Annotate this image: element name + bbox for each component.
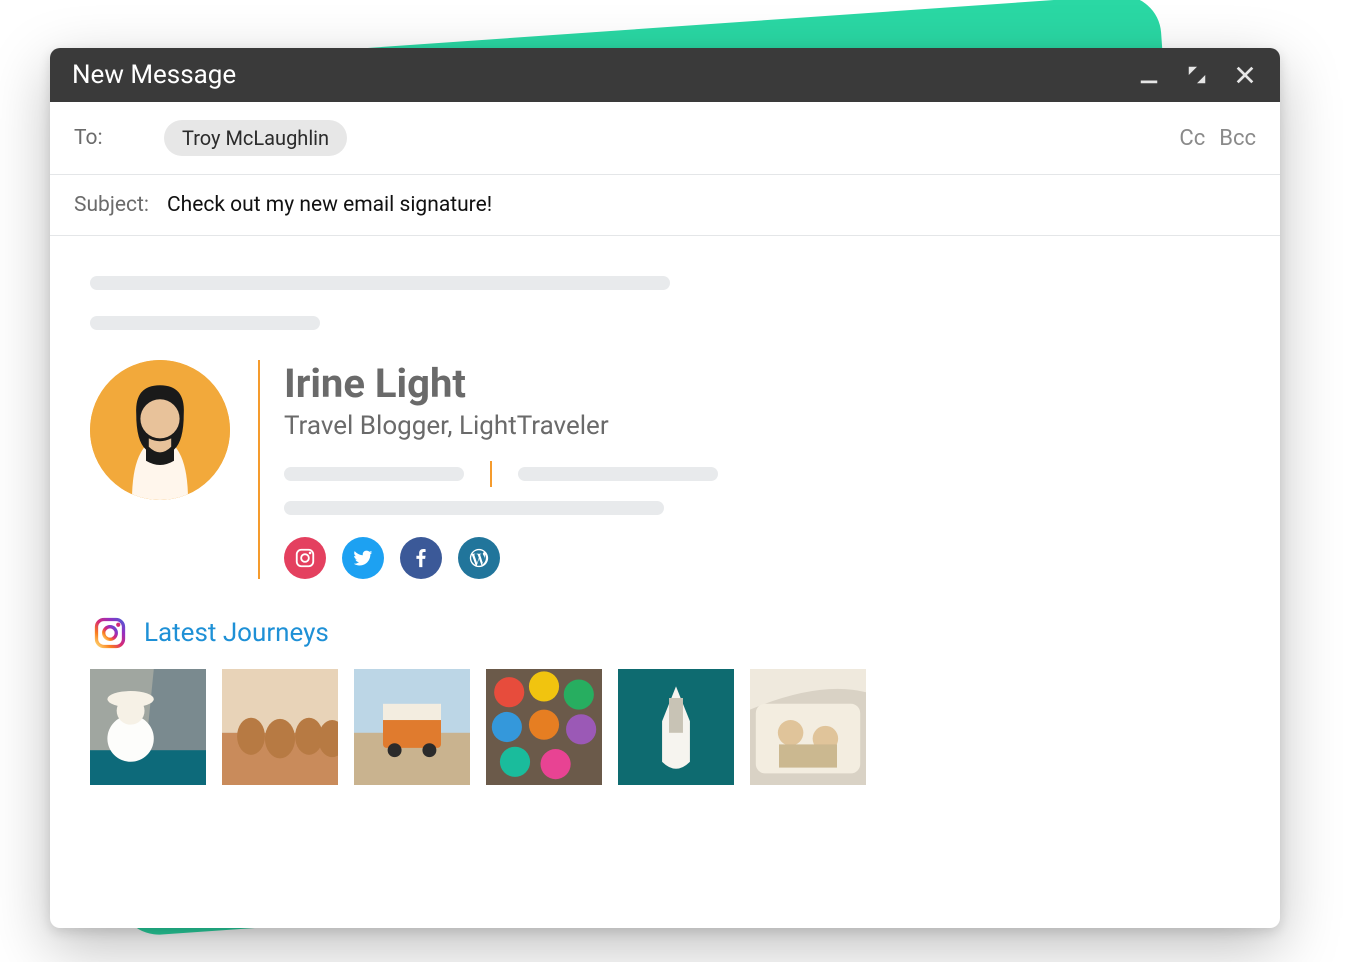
signature-detail-placeholder <box>284 467 464 481</box>
gallery-title[interactable]: Latest Journeys <box>144 618 329 648</box>
signature-name: Irine Light <box>284 360 1240 407</box>
instagram-icon[interactable] <box>284 537 326 579</box>
gallery-thumb[interactable] <box>90 669 206 785</box>
wordpress-icon[interactable] <box>458 537 500 579</box>
gallery-thumb[interactable] <box>618 669 734 785</box>
subject-input[interactable]: Check out my new email signature! <box>167 193 492 217</box>
body-text-placeholder <box>90 276 670 290</box>
gallery-section: Latest Journeys <box>90 613 1240 785</box>
minimize-button[interactable] <box>1136 62 1162 88</box>
window-title: New Message <box>72 60 236 90</box>
gallery-thumb[interactable] <box>486 669 602 785</box>
subject-label: Subject: <box>74 193 149 217</box>
compose-window: New Message To: Troy McLaughlin Cc Bcc S… <box>50 48 1280 928</box>
signature-detail-placeholder <box>284 501 664 515</box>
recipient-chip[interactable]: Troy McLaughlin <box>164 120 347 156</box>
message-body[interactable]: Irine Light Travel Blogger, LightTravele… <box>50 236 1280 928</box>
gallery-thumb[interactable] <box>354 669 470 785</box>
cc-button[interactable]: Cc <box>1179 126 1205 151</box>
gallery-row <box>90 669 1240 785</box>
twitter-icon[interactable] <box>342 537 384 579</box>
instagram-outline-icon <box>90 613 130 653</box>
to-field-row[interactable]: To: Troy McLaughlin Cc Bcc <box>50 102 1280 175</box>
gallery-thumb[interactable] <box>222 669 338 785</box>
facebook-icon[interactable] <box>400 537 442 579</box>
titlebar: New Message <box>50 48 1280 102</box>
to-label: To: <box>74 126 146 150</box>
signature-divider <box>258 360 260 579</box>
social-links <box>284 537 1240 579</box>
subject-field-row[interactable]: Subject: Check out my new email signatur… <box>50 175 1280 236</box>
gallery-thumb[interactable] <box>750 669 866 785</box>
signature-detail-placeholder <box>518 467 718 481</box>
fullscreen-button[interactable] <box>1184 62 1210 88</box>
body-text-placeholder <box>90 316 320 330</box>
signature-divider <box>490 461 492 487</box>
signature-role: Travel Blogger, LightTraveler <box>284 411 1240 441</box>
avatar <box>90 360 230 500</box>
close-button[interactable] <box>1232 62 1258 88</box>
bcc-button[interactable]: Bcc <box>1219 126 1256 151</box>
email-signature: Irine Light Travel Blogger, LightTravele… <box>90 360 1240 579</box>
